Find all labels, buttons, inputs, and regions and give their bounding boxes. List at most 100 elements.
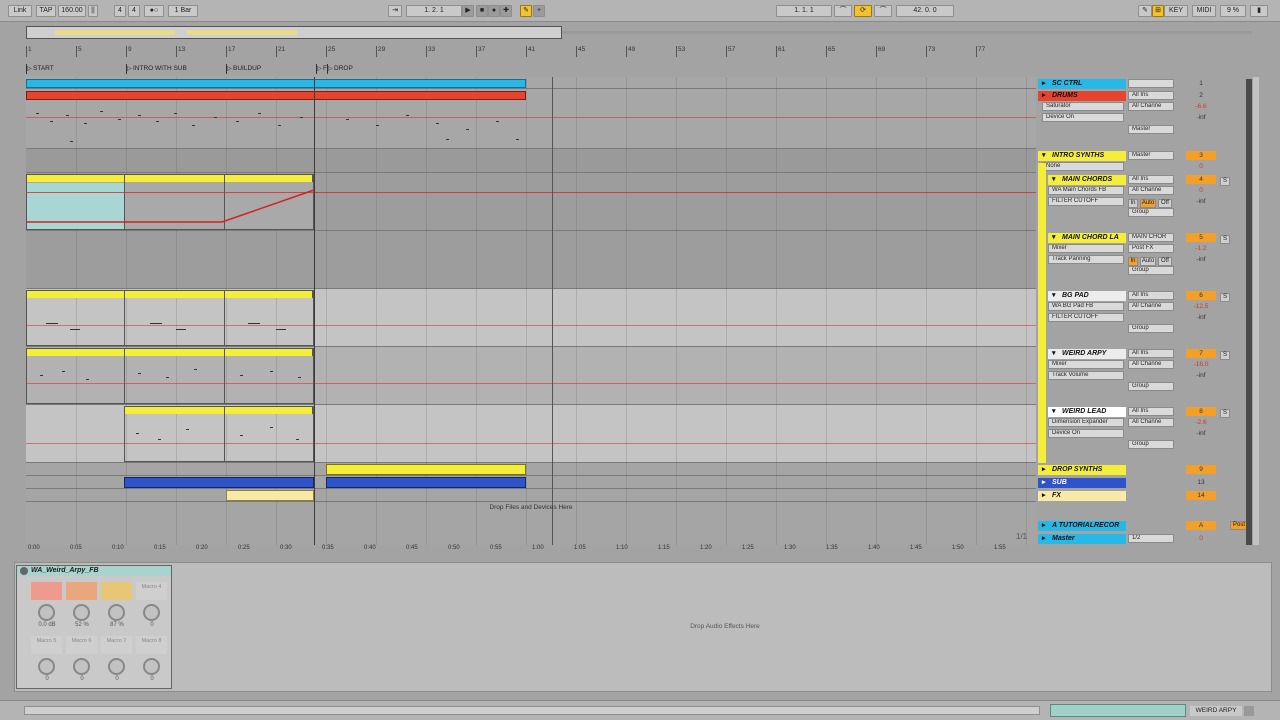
track-volume[interactable]: 0 <box>1186 162 1216 171</box>
track-number[interactable]: 3 <box>1186 151 1216 160</box>
clip-overview-thumbnail[interactable] <box>1050 704 1186 717</box>
parameter-chooser[interactable]: FILTER CUTOFF <box>1048 313 1124 322</box>
clip-drop-synths[interactable] <box>326 464 526 475</box>
track-header-drums[interactable]: ▸ DRUMS All Ins All Channe Saturator Devi… <box>1038 91 1252 151</box>
macro-1-knob[interactable] <box>38 604 55 621</box>
collapse-icon[interactable]: ▾ <box>1052 407 1056 417</box>
solo-button[interactable]: S <box>1220 351 1230 360</box>
track-sends[interactable]: -inf <box>1186 371 1216 380</box>
device-chooser[interactable]: Dimension Expander <box>1048 418 1124 427</box>
input-type-select[interactable]: MAIN CHOR <box>1128 233 1174 242</box>
follow-icon[interactable]: ⇥ <box>388 5 402 17</box>
track-volume[interactable]: -6.6 <box>1186 102 1216 111</box>
lane-intro-synths[interactable] <box>26 149 1036 173</box>
track-name[interactable]: ▸ FX <box>1038 491 1126 501</box>
parameter-chooser[interactable]: FILTER CUTOFF <box>1048 197 1124 206</box>
macro-7-pad[interactable]: Macro 7 <box>101 636 132 654</box>
clip-sub-2[interactable] <box>326 477 526 488</box>
track-name[interactable]: ▾ WEIRD LEAD <box>1048 407 1126 417</box>
input-channel-select[interactable]: All Channe <box>1128 302 1174 311</box>
track-name[interactable]: ▾ WEIRD ARPY <box>1048 349 1126 359</box>
track-header-return-a[interactable]: ▸ A TUTORIALRECOR A Post <box>1038 521 1252 533</box>
vertical-scrollbar[interactable] <box>1253 77 1259 545</box>
collapse-icon[interactable]: ▾ <box>1042 151 1046 161</box>
parameter-chooser[interactable]: Track Volume <box>1048 371 1124 380</box>
track-header-sub[interactable]: ▸ SUB 13 <box>1038 478 1252 490</box>
track-name[interactable]: ▸ DROP SYNTHS <box>1038 465 1126 475</box>
locator-intro-with-sub[interactable]: INTRO WITH SUB <box>126 64 187 74</box>
output-select[interactable]: Group <box>1128 324 1174 333</box>
track-number[interactable]: 1 <box>1186 79 1216 88</box>
add-icon[interactable]: + <box>533 5 545 17</box>
track-name[interactable]: ▾ INTRO SYNTHS <box>1038 151 1126 161</box>
overdub-icon[interactable]: ✚ <box>500 5 512 17</box>
view-toggle-icon[interactable] <box>1244 706 1254 716</box>
clip-fx[interactable] <box>226 490 314 501</box>
macro-3-pad[interactable] <box>101 582 132 600</box>
monitor-in-button[interactable]: In <box>1128 199 1138 208</box>
track-number[interactable]: A <box>1186 521 1216 530</box>
collapse-icon[interactable]: ▾ <box>1052 175 1056 185</box>
track-header-drop-synths[interactable]: ▸ DROP SYNTHS 9 <box>1038 465 1252 477</box>
device-chooser[interactable]: WA BG Pad FB <box>1048 302 1124 311</box>
track-name[interactable]: ▸ DRUMS <box>1038 91 1126 101</box>
input-channel-select[interactable]: All Channe <box>1128 102 1174 111</box>
punch-out-icon[interactable]: ⌒ <box>874 5 892 17</box>
monitor-auto-button[interactable]: Auto <box>1140 257 1156 266</box>
clip-sub-1[interactable] <box>124 477 314 488</box>
locator-buildup[interactable]: BUILDUP <box>226 64 261 74</box>
macro-2-knob[interactable] <box>73 604 90 621</box>
input-channel-select[interactable]: Post FX <box>1128 244 1174 253</box>
nudge-icon[interactable]: || <box>88 5 98 17</box>
expand-icon[interactable]: ▸ <box>1042 478 1046 488</box>
macro-7-knob[interactable] <box>108 658 125 675</box>
collapse-icon[interactable]: ▾ <box>1052 291 1056 301</box>
solo-button[interactable]: S <box>1220 235 1230 244</box>
clip-drums[interactable] <box>26 91 526 100</box>
device-chooser[interactable]: Saturator <box>1042 102 1124 111</box>
time-signature-numerator[interactable]: 4 <box>114 5 126 17</box>
macro-4-pad[interactable]: Macro 4 <box>136 582 167 600</box>
arrangement-overview[interactable] <box>26 26 562 39</box>
macro-8-knob[interactable] <box>143 658 160 675</box>
record-icon[interactable]: ● <box>488 5 500 17</box>
automation-filter-cutoff[interactable] <box>26 174 316 230</box>
track-header-fx[interactable]: ▸ FX 14 <box>1038 491 1252 503</box>
clip-sc-ctrl[interactable] <box>26 79 526 88</box>
track-sends[interactable]: -inf <box>1186 113 1216 122</box>
track-number[interactable]: 14 <box>1186 491 1216 500</box>
clip-bg-pad[interactable] <box>26 290 314 346</box>
input-channel-select[interactable]: All Channe <box>1128 186 1174 195</box>
parameter-chooser[interactable]: Track Panning <box>1048 255 1124 264</box>
macro-6-pad[interactable]: Macro 6 <box>66 636 97 654</box>
track-name[interactable]: ▸ SUB <box>1038 478 1126 488</box>
device-chooser[interactable]: Mixer <box>1048 360 1124 369</box>
track-sends[interactable]: -inf <box>1186 429 1216 438</box>
track-name[interactable]: ▾ MAIN CHORDS <box>1048 175 1126 185</box>
monitor-off-button[interactable]: Off <box>1158 257 1172 266</box>
solo-button[interactable]: S <box>1220 409 1230 418</box>
metronome-icon[interactable]: ●○ <box>144 5 164 17</box>
parameter-chooser[interactable]: Device On <box>1042 113 1124 122</box>
macro-5-knob[interactable] <box>38 658 55 675</box>
stop-icon[interactable]: ■ <box>476 5 488 17</box>
key-map-icon[interactable]: ⊞ <box>1152 5 1164 17</box>
midi-map-button[interactable]: MIDI <box>1192 5 1216 17</box>
macro-6-knob[interactable] <box>73 658 90 675</box>
device-chooser[interactable]: Mixer <box>1048 244 1124 253</box>
track-volume[interactable]: -16.0 <box>1186 360 1216 369</box>
expand-icon[interactable]: ▸ <box>1042 491 1046 501</box>
expand-icon[interactable]: ▸ <box>1042 465 1046 475</box>
loop-length-field[interactable]: 42. 0. 0 <box>896 5 954 17</box>
output-select[interactable]: Master <box>1128 151 1174 160</box>
play-icon[interactable]: ▶ <box>462 5 474 17</box>
arrangement-position[interactable]: 1. 2. 1 <box>406 5 462 17</box>
track-name[interactable]: ▸ A TUTORIALRECOR <box>1038 521 1126 531</box>
device-view[interactable]: Drop Audio Effects Here <box>14 562 1272 692</box>
track-name[interactable]: ▸ Master <box>1038 534 1126 544</box>
clip-weird-arpy[interactable] <box>26 348 314 404</box>
track-name[interactable]: ▾ BG PAD <box>1048 291 1126 301</box>
macro-1-pad[interactable] <box>31 582 62 600</box>
lane-main-chord-la[interactable] <box>26 231 1036 289</box>
clip-weird-lead[interactable] <box>124 406 314 462</box>
